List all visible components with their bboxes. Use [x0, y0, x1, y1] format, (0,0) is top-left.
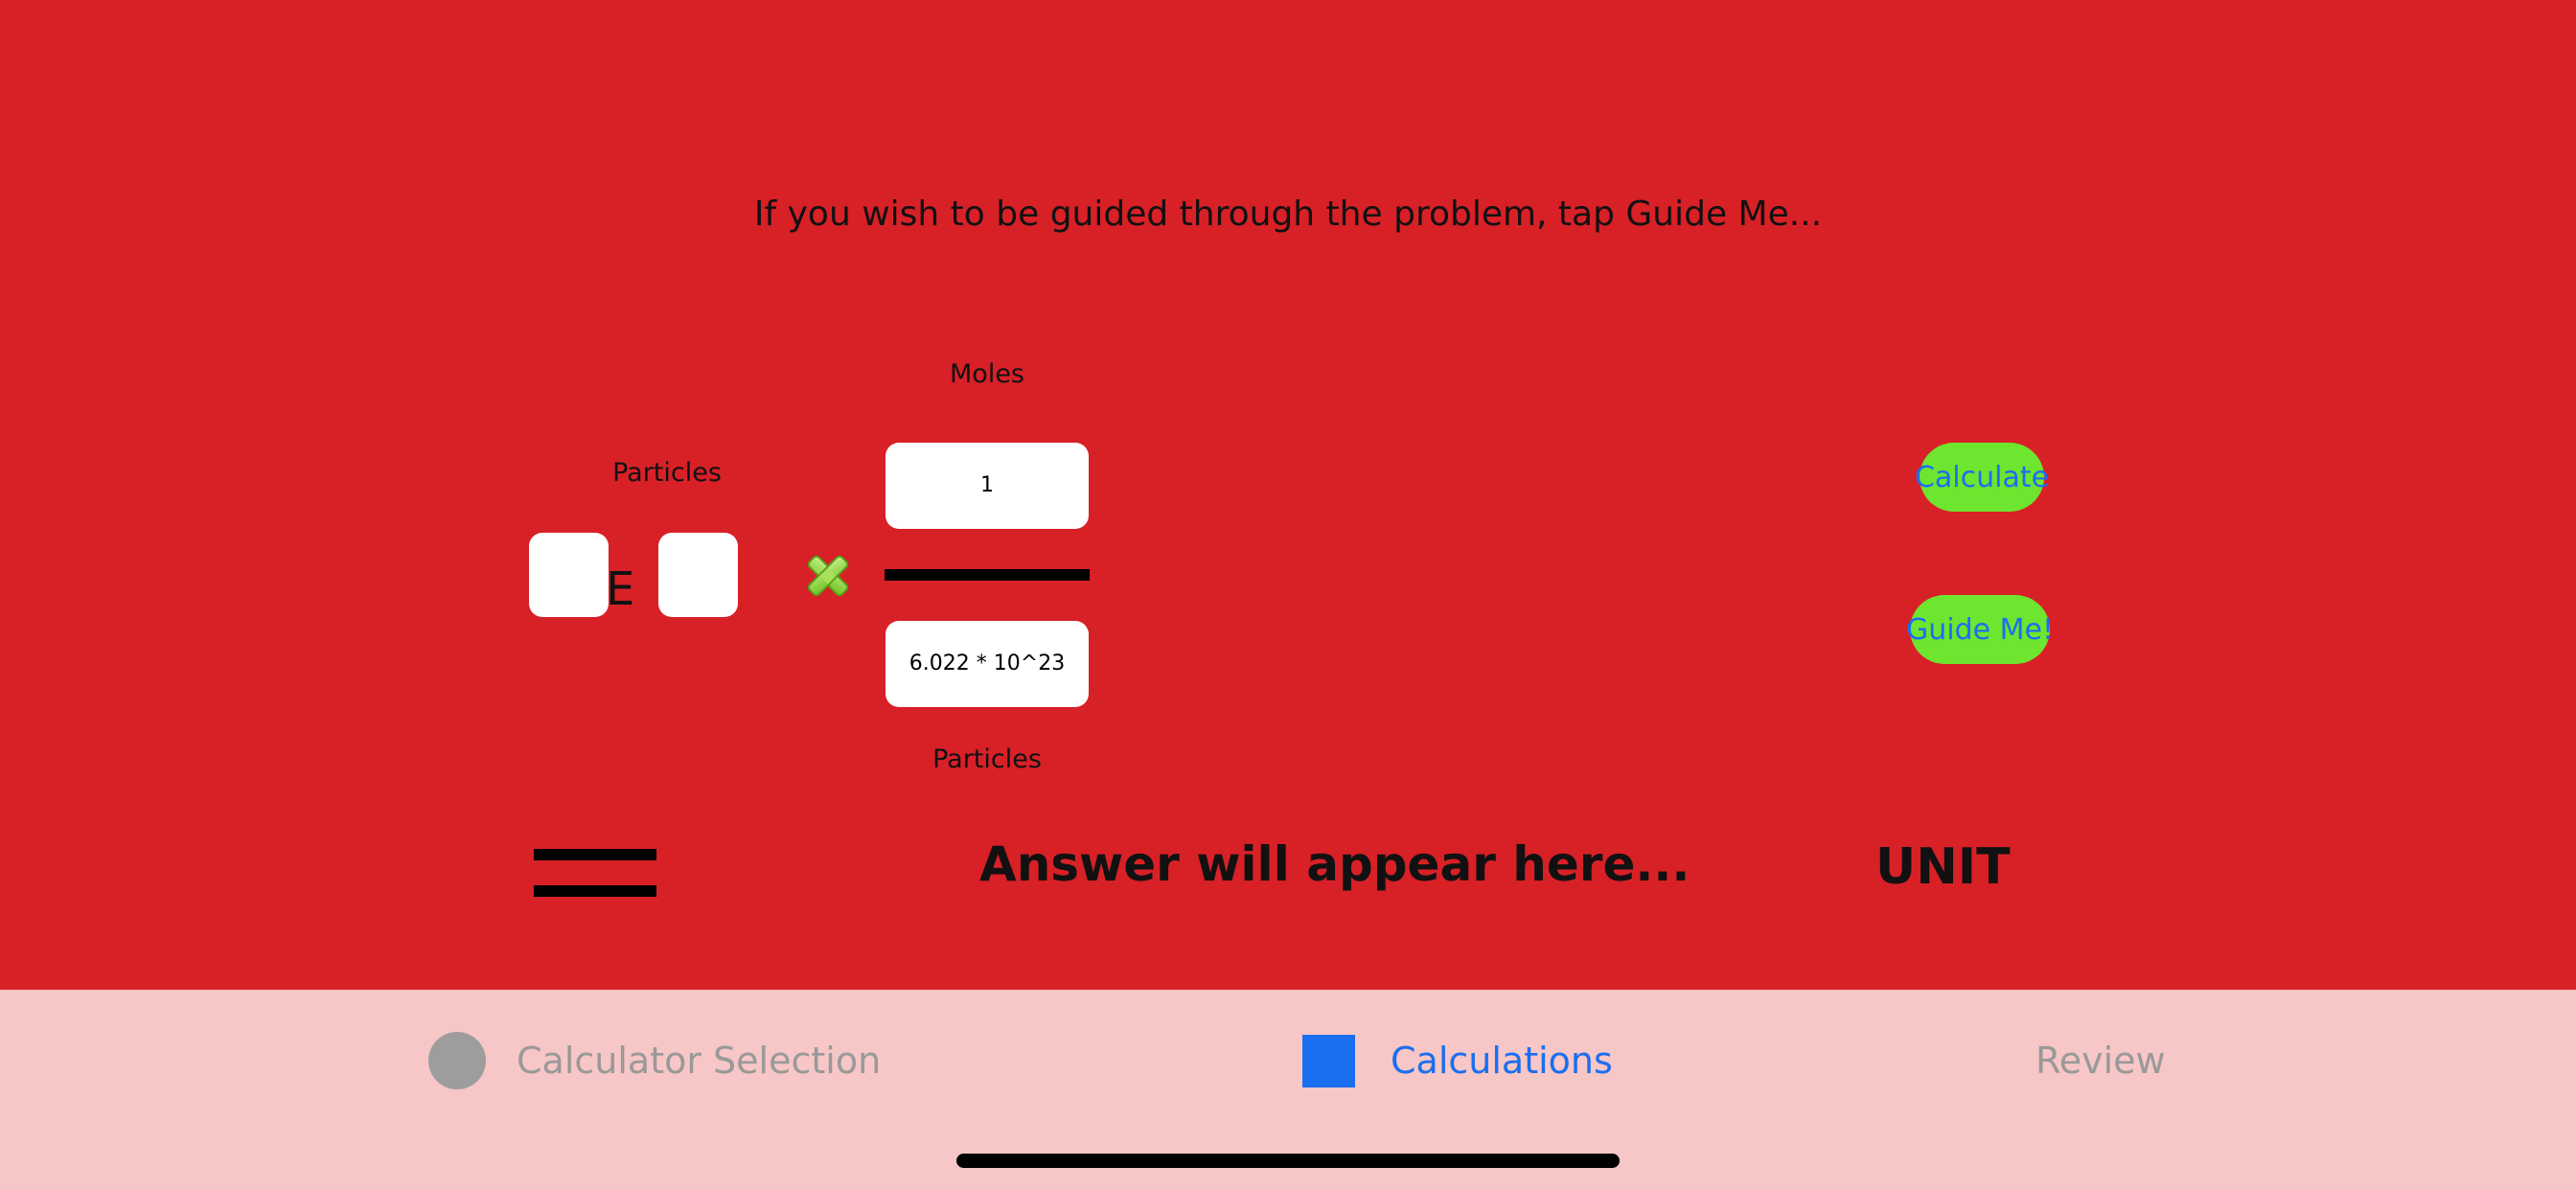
guide-me-button[interactable]: Guide Me! [1906, 595, 2054, 664]
denominator-particles-label: Particles [932, 744, 1042, 774]
denominator-field[interactable]: 6.022 * 10^23 [886, 621, 1089, 707]
tab-calculations[interactable]: Calculations [1302, 1032, 1613, 1089]
particles-label: Particles [612, 458, 722, 488]
tab-bar: Calculator Selection Calculations Review [0, 990, 2576, 1190]
x-mark-icon [807, 555, 849, 597]
home-indicator [956, 1154, 1620, 1168]
moles-label: Moles [950, 359, 1024, 389]
main-content: If you wish to be guided through the pro… [0, 0, 2576, 990]
fraction-bar [885, 569, 1090, 581]
circle-icon [428, 1032, 486, 1089]
numerator-field[interactable]: 1 [886, 443, 1089, 529]
unit-label: UNIT [1875, 838, 2011, 896]
tab-label-calculator-selection: Calculator Selection [517, 1040, 882, 1082]
tab-review[interactable]: Review [2036, 1032, 2166, 1089]
tab-label-review: Review [2036, 1040, 2166, 1082]
answer-text: Answer will appear here... [979, 836, 1690, 892]
tab-label-calculations: Calculations [1391, 1040, 1613, 1082]
equals-icon [534, 849, 656, 897]
square-icon [1302, 1034, 1355, 1087]
calculate-button[interactable]: Calculate [1915, 443, 2049, 512]
e-symbol: E [606, 562, 635, 616]
guide-hint: If you wish to be guided through the pro… [753, 195, 1823, 234]
coefficient-input[interactable] [529, 533, 609, 617]
exponent-input[interactable] [658, 533, 738, 617]
tab-calculator-selection[interactable]: Calculator Selection [428, 1032, 881, 1089]
